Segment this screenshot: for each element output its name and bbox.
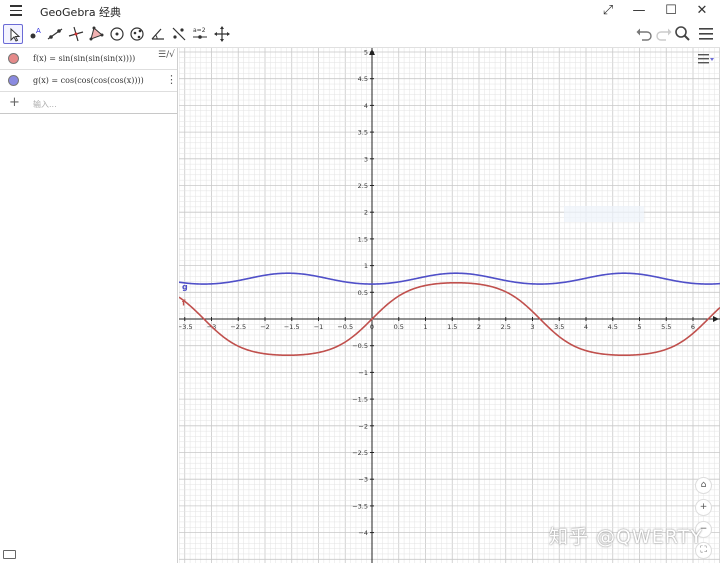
more-vertical-icon[interactable]: ⋮ <box>166 73 177 86</box>
algebra-style-icon[interactable]: ☰/√ <box>158 50 175 60</box>
x-tick-label: 5 <box>637 323 641 331</box>
algebra-input-row[interactable]: + 输入... <box>0 92 177 114</box>
app-title: GeoGebra 经典 <box>40 6 122 19</box>
y-tick-label: 5 <box>364 49 368 57</box>
algebra-input[interactable]: 输入... <box>33 99 57 110</box>
x-tick-label: 0 <box>370 323 374 331</box>
x-tick-label: 1.5 <box>447 323 457 331</box>
y-tick-label: −2 <box>358 422 368 430</box>
y-tick-label: 1 <box>364 262 368 270</box>
x-tick-label: −3.5 <box>179 323 193 331</box>
watermark: 知乎 @QWERTY <box>549 526 703 548</box>
toolbar: A a=2 <box>0 22 720 48</box>
y-tick-label: −1.5 <box>352 396 368 404</box>
close-icon[interactable]: ✕ <box>688 1 716 21</box>
y-tick-label: −3.5 <box>352 502 368 510</box>
y-tick-label: 1.5 <box>358 235 368 243</box>
x-tick-label: 1 <box>423 323 427 331</box>
x-tick-label: −1.5 <box>284 323 300 331</box>
algebra-row-g[interactable]: g(x) = cos(cos(cos(cos(x)))) ⋮ <box>0 70 177 92</box>
hamburger-menu-icon[interactable] <box>10 5 22 16</box>
y-tick-label: 4 <box>364 102 368 110</box>
curve-label-g: g <box>182 283 188 292</box>
main-menu-icon[interactable] <box>696 24 716 44</box>
redo-icon[interactable] <box>654 24 674 44</box>
point-tool-icon[interactable]: A <box>25 24 45 44</box>
y-tick-label: −0.5 <box>352 342 368 350</box>
svg-text:a=2: a=2 <box>193 27 206 34</box>
add-icon[interactable]: + <box>9 95 20 110</box>
circle-tool-icon[interactable] <box>107 24 127 44</box>
y-tick-label: 0.5 <box>358 289 368 297</box>
undo-icon[interactable] <box>634 24 654 44</box>
zoom-in-icon[interactable]: + <box>695 499 712 516</box>
y-tick-label: 4.5 <box>358 75 368 83</box>
x-tick-label: −2 <box>260 323 270 331</box>
perpendicular-line-tool-icon[interactable] <box>66 24 86 44</box>
y-tick-label: 3.5 <box>358 129 368 137</box>
y-tick-label: −1 <box>358 369 368 377</box>
line-tool-icon[interactable] <box>45 24 65 44</box>
y-tick-label: −3 <box>358 476 368 484</box>
y-tick-label: −2.5 <box>352 449 368 457</box>
algebra-view: f(x) = sin(sin(sin(sin(x)))) ☰/√ g(x) = … <box>0 48 178 563</box>
minimize-icon[interactable]: — <box>625 1 653 21</box>
visibility-toggle-g[interactable] <box>8 75 19 86</box>
x-tick-label: −2.5 <box>230 323 246 331</box>
x-tick-label: 3 <box>530 323 534 331</box>
keyboard-icon[interactable] <box>3 550 16 559</box>
x-tick-label: 5.5 <box>661 323 671 331</box>
x-tick-label: 2.5 <box>501 323 511 331</box>
algebra-row-f[interactable]: f(x) = sin(sin(sin(sin(x)))) ☰/√ <box>0 48 177 70</box>
algebra-expression-f[interactable]: f(x) = sin(sin(sin(sin(x)))) <box>33 54 135 63</box>
y-tick-label: −4 <box>358 529 368 537</box>
x-tick-label: −1 <box>314 323 324 331</box>
x-tick-label: 4.5 <box>608 323 618 331</box>
reflect-tool-icon[interactable] <box>169 24 189 44</box>
graphics-view[interactable]: −3.5 −3 −2.5 −2 −1.5 −1 −0.5 0 0.5 1 1.5 2 2.5 3 3.5 4 4… <box>179 48 720 563</box>
graph-canvas[interactable]: −3.5 −3 −2.5 −2 −1.5 −1 −0.5 0 0.5 1 1.5 2 2.5 3 3.5 4 4… <box>179 48 720 563</box>
faded-overlay <box>564 206 644 222</box>
curve-label-f: f <box>182 298 186 307</box>
move-tool-icon[interactable] <box>3 24 23 44</box>
fullscreen-icon[interactable]: ⤢ <box>594 1 622 21</box>
y-tick-label: 2.5 <box>358 182 368 190</box>
polygon-tool-icon[interactable] <box>86 24 106 44</box>
algebra-expression-g[interactable]: g(x) = cos(cos(cos(cos(x)))) <box>33 76 144 85</box>
x-tick-label: 6 <box>691 323 695 331</box>
title-bar: GeoGebra 经典 ⤢ — ☐ ✕ <box>0 0 720 22</box>
home-icon[interactable]: ⌂ <box>695 477 712 494</box>
search-icon[interactable] <box>673 24 693 44</box>
x-axis-arrow <box>713 316 719 322</box>
x-tick-label: −0.5 <box>337 323 353 331</box>
angle-tool-icon[interactable] <box>148 24 168 44</box>
ellipse-tool-icon[interactable] <box>127 24 147 44</box>
y-tick-label: 2 <box>364 209 368 217</box>
x-tick-label: 3.5 <box>554 323 564 331</box>
y-tick-label: 3 <box>364 155 368 163</box>
svg-text:A: A <box>36 27 41 35</box>
visibility-toggle-f[interactable] <box>8 53 19 64</box>
graphics-style-bar-icon[interactable] <box>697 52 715 66</box>
move-graphics-view-tool-icon[interactable] <box>212 24 232 44</box>
slider-tool-icon[interactable]: a=2 <box>190 24 210 44</box>
x-tick-label: 2 <box>477 323 481 331</box>
x-tick-label: 4 <box>584 323 588 331</box>
x-tick-label: 0.5 <box>394 323 404 331</box>
maximize-icon[interactable]: ☐ <box>657 1 685 21</box>
